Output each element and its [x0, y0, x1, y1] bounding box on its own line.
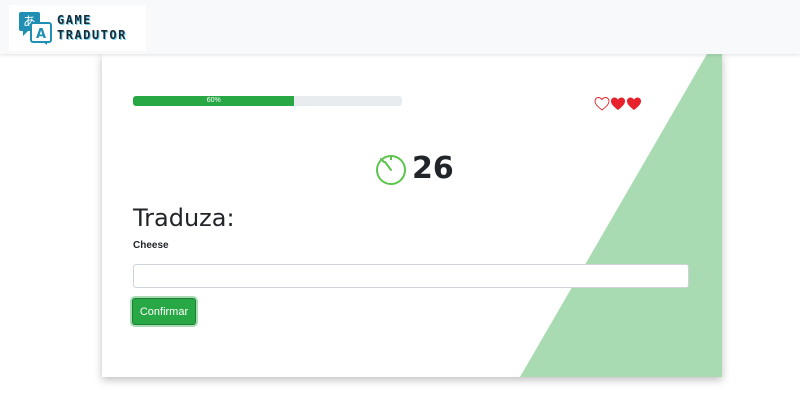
progress-track: 60%: [133, 96, 402, 106]
answer-input[interactable]: [133, 264, 689, 288]
confirm-button[interactable]: Confirmar: [132, 298, 196, 325]
timer-icon: [376, 154, 406, 185]
brand-line-2: TRADUTOR: [57, 28, 127, 42]
lives: [594, 96, 642, 112]
heart-full-icon: [627, 97, 641, 110]
navbar: あ A GAME TRADUTOR: [0, 0, 800, 54]
progress-bar: 60%: [133, 96, 295, 106]
translate-icon: あ A: [19, 12, 52, 45]
timer-value: 26: [412, 151, 454, 186]
page-title: Traduza:: [133, 204, 235, 232]
svg-text:A: A: [36, 27, 46, 42]
brand-name: GAME TRADUTOR: [57, 13, 127, 43]
game-card: 60% 26 Traduza: Cheese Confirmar: [102, 54, 722, 377]
heart-full-icon: [611, 97, 625, 110]
word-to-translate: Cheese: [133, 240, 169, 251]
brand-logo[interactable]: あ A GAME TRADUTOR: [9, 5, 146, 51]
brand-line-1: GAME: [57, 13, 92, 27]
heart-empty-icon: [594, 97, 610, 111]
timer: 26: [374, 151, 454, 186]
